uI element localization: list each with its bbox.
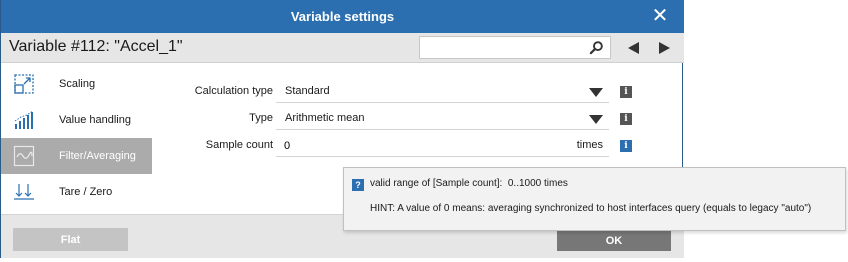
type-label: Type xyxy=(249,112,273,124)
sidebar-item-filter-averaging[interactable]: Filter/Averaging xyxy=(1,138,152,174)
sidebar-item-value-handling[interactable]: Value handling xyxy=(1,102,152,138)
sidebar: Scaling Value handling Filter/Averaging xyxy=(1,63,152,214)
type-value: Arithmetic mean xyxy=(285,112,365,124)
tooltip-hint: HINT: A value of 0 means: averaging sync… xyxy=(370,203,812,214)
info-icon[interactable]: i xyxy=(620,113,632,125)
calculation-type-label: Calculation type xyxy=(194,85,273,97)
sidebar-item-label: Value handling xyxy=(59,114,131,126)
calculation-type-row: Calculation type Standard i xyxy=(152,81,682,103)
filter-wave-icon xyxy=(13,145,35,167)
next-arrow-icon[interactable] xyxy=(657,41,671,55)
scaling-icon xyxy=(14,74,34,94)
type-row: Type Arithmetic mean i xyxy=(152,108,682,130)
sidebar-item-scaling[interactable]: Scaling xyxy=(1,66,152,102)
tare-zero-icon xyxy=(14,184,34,200)
variable-title: Variable #112: "Accel_1" xyxy=(9,38,183,55)
calculation-type-select[interactable]: Standard xyxy=(276,81,609,103)
search-box[interactable] xyxy=(419,36,611,59)
chevron-down-icon xyxy=(589,115,603,124)
flat-button[interactable]: Flat xyxy=(13,228,128,251)
previous-arrow-icon[interactable] xyxy=(627,41,641,55)
info-icon[interactable]: i xyxy=(620,140,632,152)
sidebar-item-tare-zero[interactable]: Tare / Zero xyxy=(1,174,152,210)
sample-count-tooltip: ? valid range of [Sample count]: 0..1000… xyxy=(343,167,846,231)
close-icon[interactable]: ✕ xyxy=(650,5,670,27)
question-icon: ? xyxy=(352,179,364,191)
title-bar: Variable settings ✕ xyxy=(1,0,684,33)
tooltip-valid-range: valid range of [Sample count]: 0..1000 t… xyxy=(370,178,568,189)
sidebar-item-label: Scaling xyxy=(59,78,96,90)
sample-count-input[interactable] xyxy=(284,138,484,154)
search-icon[interactable] xyxy=(589,40,604,55)
ok-button[interactable]: OK xyxy=(557,231,671,251)
type-select[interactable]: Arithmetic mean xyxy=(276,108,609,130)
value-handling-icon xyxy=(14,110,34,129)
sample-count-field[interactable]: times xyxy=(276,135,609,157)
info-icon[interactable]: i xyxy=(620,86,632,98)
dialog-title: Variable settings xyxy=(290,9,395,24)
calculation-type-value: Standard xyxy=(285,85,330,97)
sample-count-unit: times xyxy=(576,139,603,151)
chevron-down-icon xyxy=(589,88,603,97)
sidebar-item-label: Tare / Zero xyxy=(59,186,113,198)
header-bar: Variable #112: "Accel_1" xyxy=(1,33,684,63)
sample-count-row: Sample count times i xyxy=(152,135,682,157)
sidebar-item-label: Filter/Averaging xyxy=(59,150,136,162)
sample-count-label: Sample count xyxy=(205,139,273,151)
search-input[interactable] xyxy=(422,39,582,56)
